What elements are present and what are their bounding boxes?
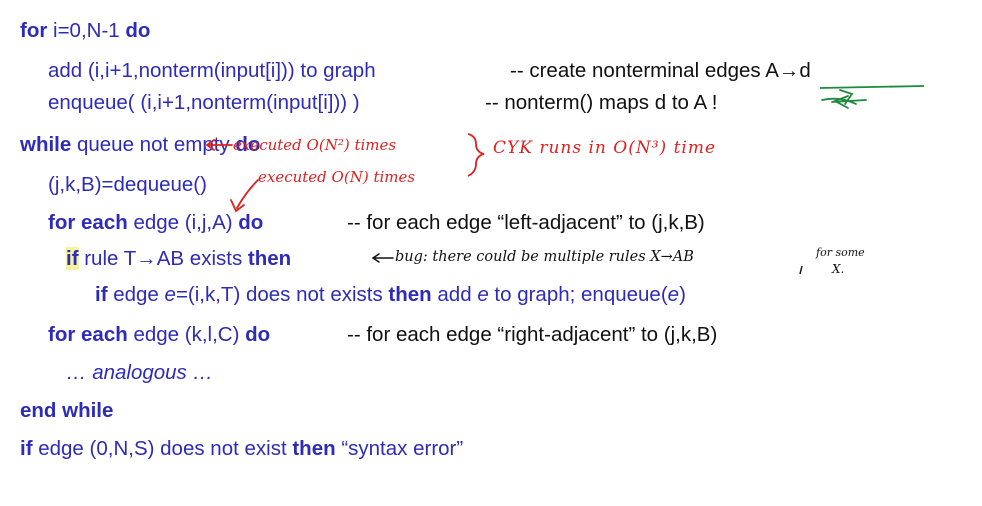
arrow-left-icon: [371, 253, 394, 263]
comma-mark: [799, 265, 803, 275]
slide: for i=0,N-1 do add (i,i+1,nonterm(input[…: [0, 0, 982, 506]
ink-strokes: [205, 85, 925, 275]
arrow-left-icon: [205, 139, 233, 151]
arrow-down-left-icon: [230, 179, 259, 213]
curly-brace-icon: [467, 133, 485, 177]
green-underline: [819, 85, 925, 89]
